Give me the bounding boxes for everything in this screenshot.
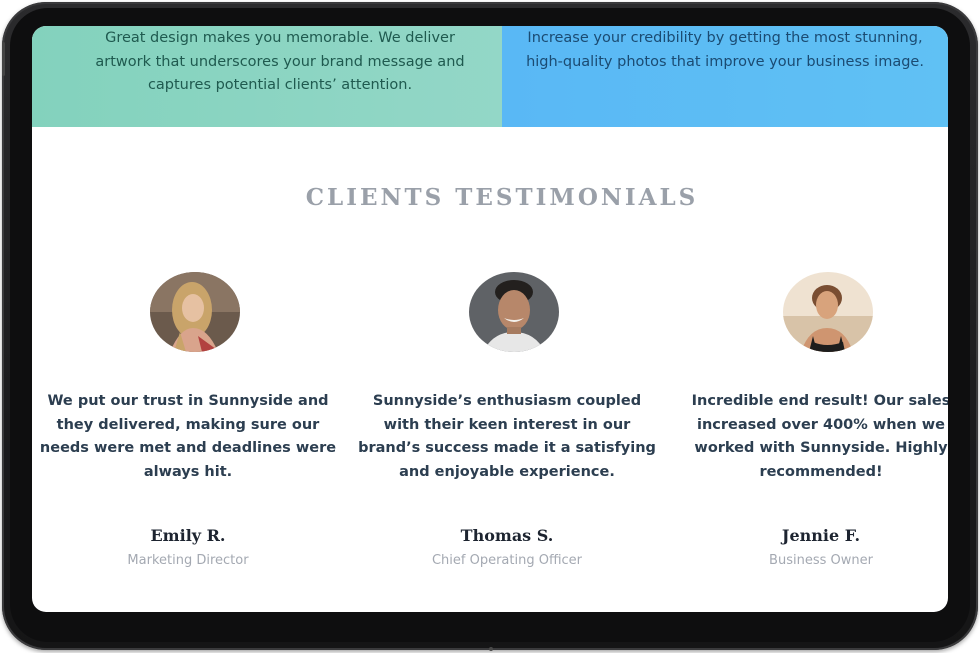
service-photography-panel: Increase your credibility by getting the… (502, 26, 948, 127)
testimonial-card: Sunnyside’s enthusiasm coupled with thei… (357, 272, 657, 592)
stage: Great design makes you memorable. We del… (0, 0, 980, 653)
testimonial-name: Emily R. (150, 526, 226, 545)
testimonial-card: Incredible end result! Our sales increas… (671, 272, 948, 592)
testimonial-name: Thomas S. (460, 526, 554, 545)
testimonial-role: Chief Operating Officer (431, 553, 583, 568)
side-button (2, 42, 5, 76)
testimonials-title: CLIENTS TESTIMONIALS (305, 184, 699, 211)
testimonial-card: We put our trust in Sunnyside and they d… (38, 272, 338, 592)
man-portrait-avatar (469, 272, 559, 352)
woman-portrait-avatar (783, 272, 873, 352)
testimonial-quote: Sunnyside’s enthusiasm coupled with thei… (358, 393, 656, 480)
website-screen: Great design makes you memorable. We del… (32, 26, 948, 612)
woman-portrait-avatar (150, 272, 240, 352)
testimonial-role: Business Owner (769, 553, 873, 568)
service-graphic-design-text: Great design makes you memorable. We del… (95, 30, 465, 93)
testimonial-quote: We put our trust in Sunnyside and they d… (39, 393, 337, 480)
camera-dot (489, 647, 493, 651)
testimonial-role: Marketing Director (127, 553, 249, 568)
testimonial-quote: Incredible end result! Our sales increas… (691, 393, 948, 480)
service-photography-text: Increase your credibility by getting the… (526, 30, 924, 70)
service-graphic-design-panel: Great design makes you memorable. We del… (32, 26, 502, 127)
testimonial-name: Jennie F. (781, 526, 861, 545)
